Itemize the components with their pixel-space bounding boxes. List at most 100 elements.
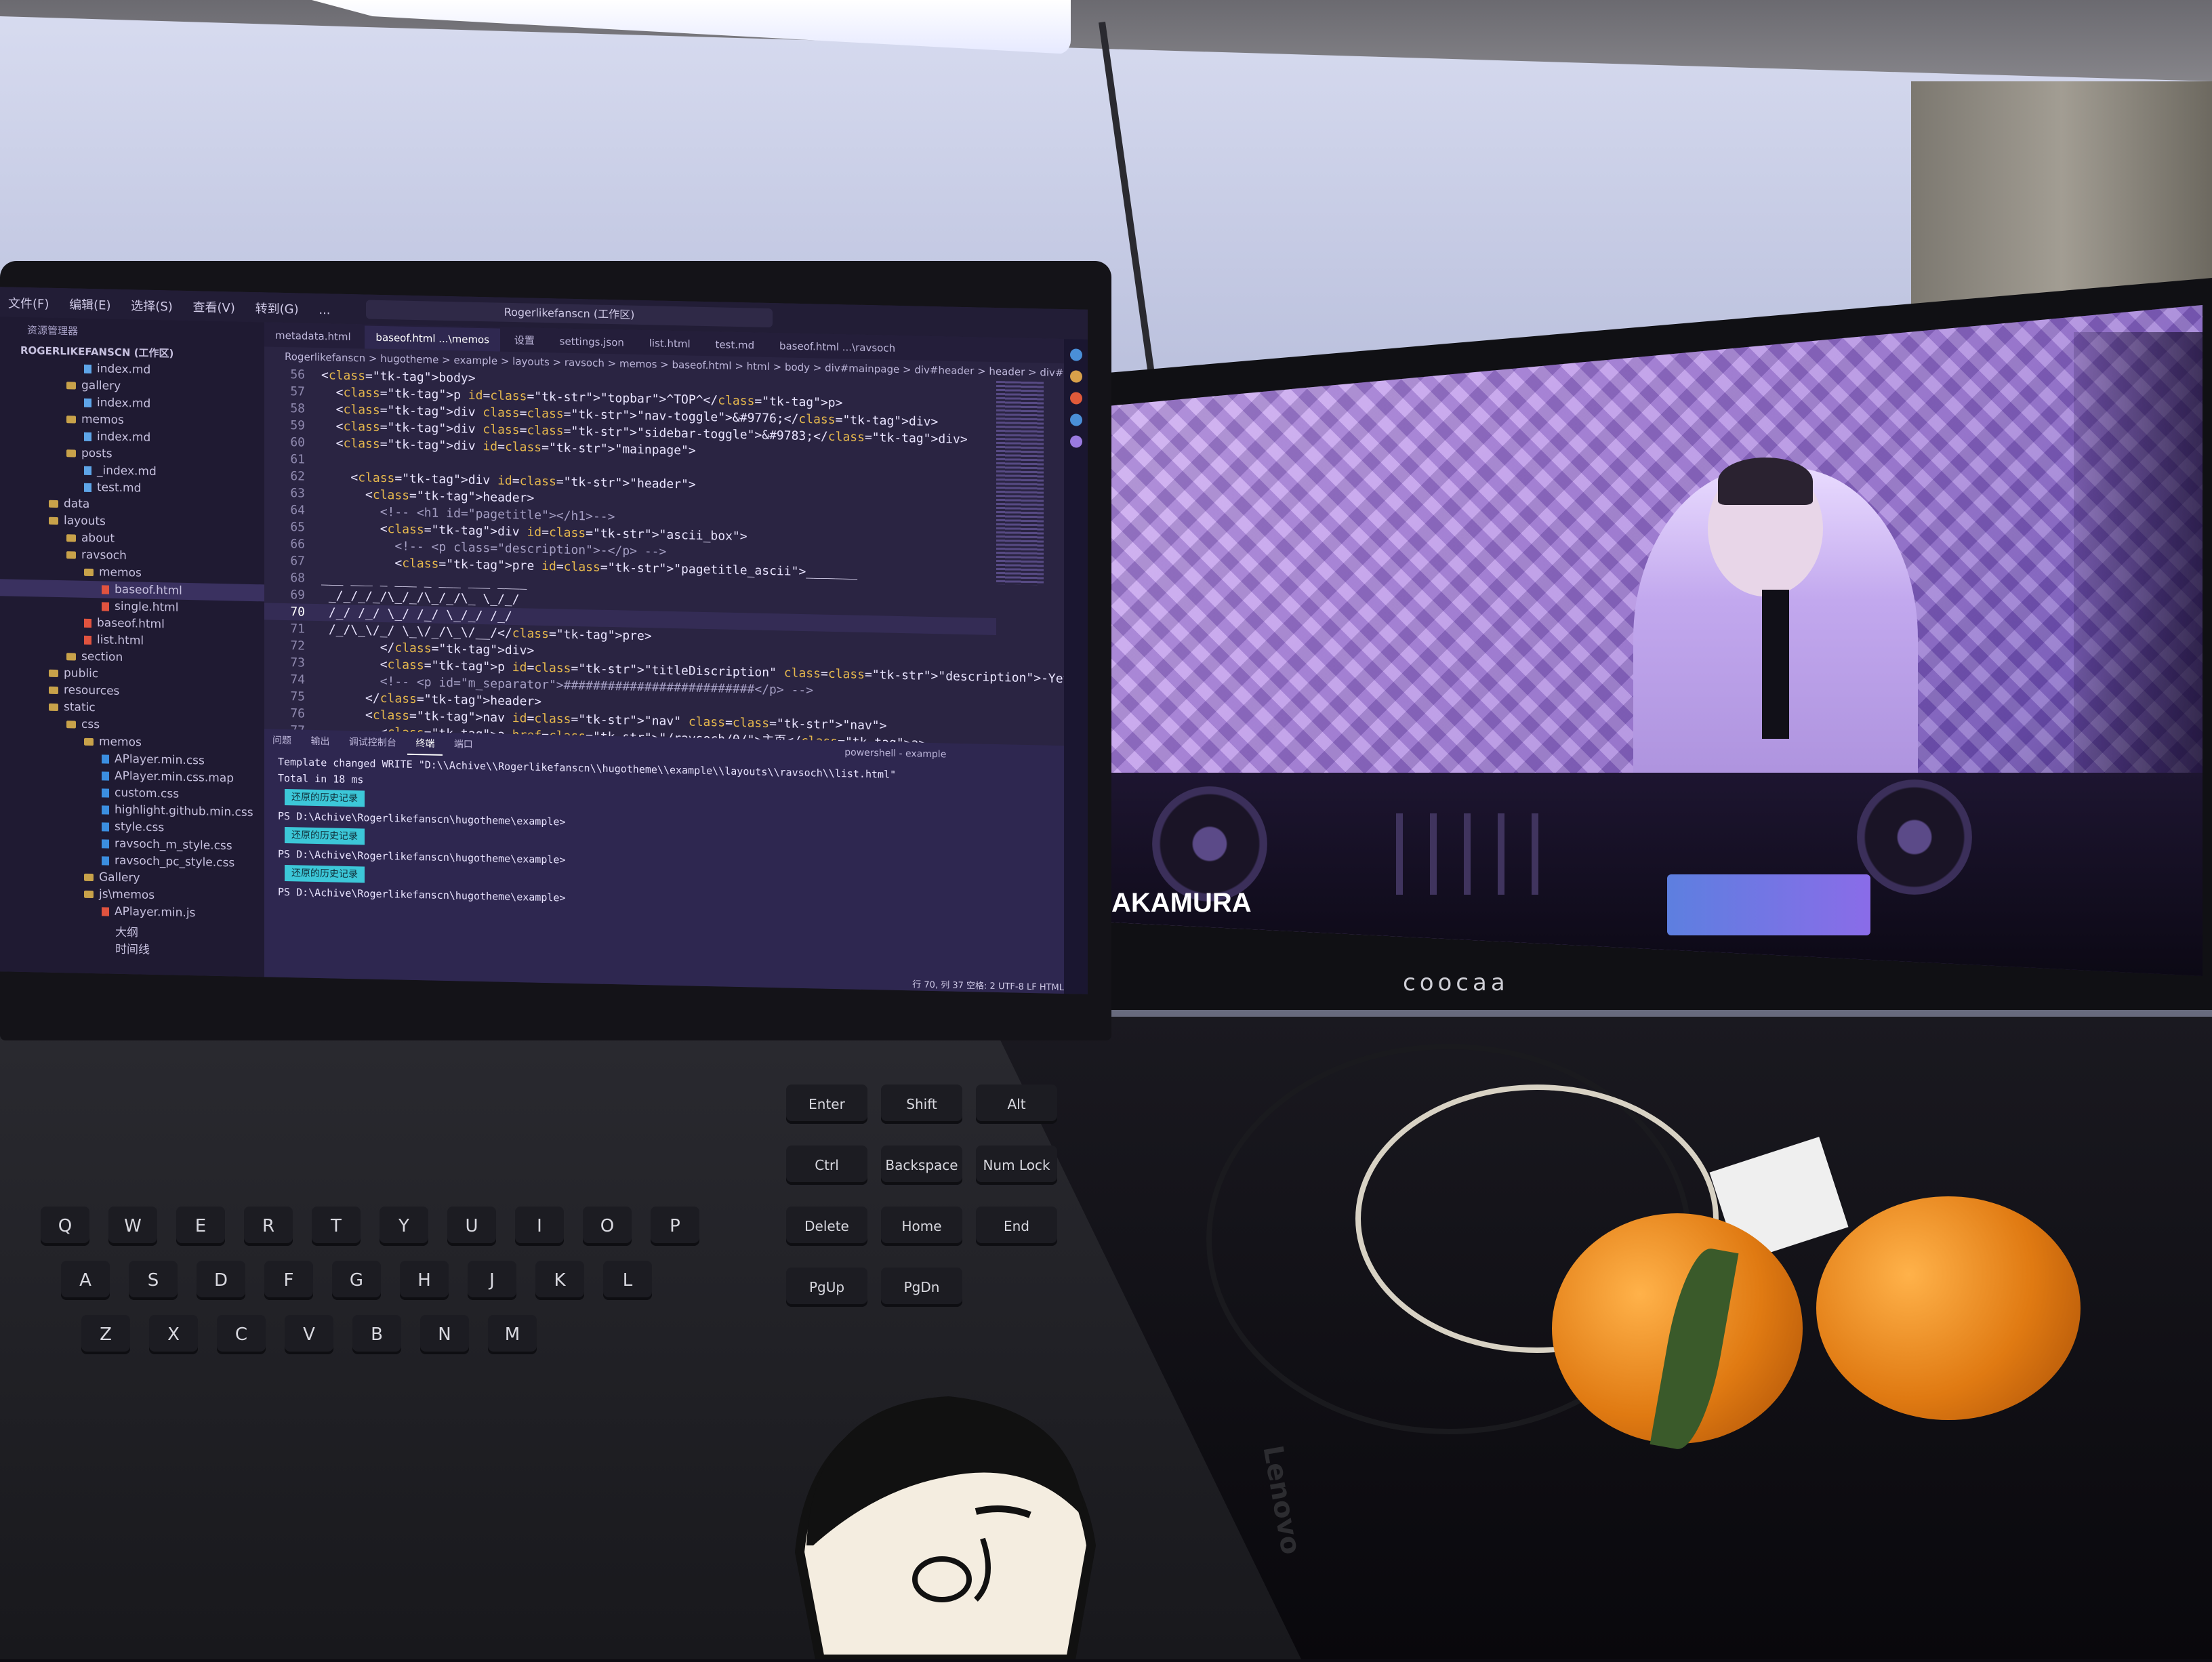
browser-icon[interactable] <box>1069 413 1082 426</box>
tree-label: _index.md <box>97 464 157 479</box>
line-number: 60 <box>290 435 305 450</box>
tab-settings-ui[interactable]: 设置 <box>504 327 546 353</box>
keyboard-key[interactable]: PgUp <box>786 1268 867 1307</box>
line-number: 76 <box>290 706 305 721</box>
tab-output[interactable]: 输出 <box>302 730 337 752</box>
line-number: 71 <box>290 622 305 636</box>
shell-label[interactable]: powershell - example <box>836 743 954 765</box>
tab-ports[interactable]: 端口 <box>446 733 481 755</box>
menu-view[interactable]: 查看(V) <box>185 291 243 323</box>
tree-label: ravsoch_pc_style.css <box>115 853 235 870</box>
tab-test[interactable]: test.md <box>704 333 765 357</box>
restore-history-badge: 还原的历史记录 <box>285 864 365 883</box>
menu-file[interactable]: 文件(F) <box>0 287 57 319</box>
tree-label: APlayer.min.css <box>115 752 205 768</box>
tree-label: static <box>64 700 96 715</box>
tab-problems[interactable]: 问题 <box>264 729 300 751</box>
tree-label: data <box>64 497 90 511</box>
keyboard-key[interactable]: J <box>468 1261 516 1300</box>
keyboard-key[interactable]: B <box>352 1315 401 1354</box>
keyboard-key[interactable]: L <box>603 1261 652 1300</box>
menu-more[interactable]: ... <box>310 296 338 325</box>
keyboard-key[interactable]: Backspace <box>881 1146 962 1185</box>
tie <box>1762 590 1789 739</box>
keyboard-key[interactable]: P <box>651 1207 699 1246</box>
tree-label: baseof.html <box>97 616 165 632</box>
file-icon <box>102 822 109 832</box>
tab-metadata[interactable]: metadata.html <box>264 323 362 348</box>
tab-settings-json[interactable]: settings.json <box>549 329 635 354</box>
extension-icon[interactable] <box>1069 370 1082 383</box>
tree-label: ravsoch_m_style.css <box>115 836 232 853</box>
chat-icon[interactable] <box>1069 435 1082 448</box>
keyboard-key[interactable]: Home <box>881 1207 962 1246</box>
keyboard-key[interactable]: C <box>217 1315 266 1354</box>
minimap[interactable] <box>996 380 1044 586</box>
keyboard-key[interactable]: Num Lock <box>976 1146 1057 1185</box>
terminal-panel: 问题 输出 调试控制台 终端 端口 powershell - example T… <box>264 729 1064 994</box>
deck-display <box>1667 874 1870 935</box>
keyboard-key[interactable]: D <box>197 1261 245 1300</box>
keyboard-key[interactable]: X <box>149 1315 198 1354</box>
tree-label: ravsoch <box>81 548 127 563</box>
tab-baseof-ravsoch[interactable]: baseof.html ...\ravsoch <box>769 334 906 360</box>
keyboard-key[interactable]: V <box>285 1315 333 1354</box>
keyboard-key[interactable]: A <box>61 1261 110 1300</box>
folder-icon <box>66 381 76 390</box>
keyboard-key[interactable]: Shift <box>881 1085 962 1124</box>
folder-icon <box>84 568 94 576</box>
keyboard-key[interactable]: Q <box>41 1207 89 1246</box>
folder-icon <box>49 500 58 508</box>
code-view[interactable]: 56 <class="tk-tag">body> 57 <class="tk-tag… <box>264 365 1088 754</box>
keyboard-key[interactable]: F <box>264 1261 313 1300</box>
line-number: 70 <box>290 605 305 620</box>
tree-label: layouts <box>64 514 106 529</box>
tree-label: section <box>81 649 123 664</box>
line-number: 62 <box>290 469 305 484</box>
keyboard-key[interactable]: Enter <box>786 1085 867 1124</box>
folder-icon <box>49 686 58 694</box>
file-icon <box>102 771 109 781</box>
line-number: 68 <box>290 571 305 586</box>
tab-debug-console[interactable]: 调试控制台 <box>341 731 405 754</box>
tab-list[interactable]: list.html <box>638 331 701 356</box>
command-center-search[interactable]: Rogerlikefanscn (工作区) <box>366 300 773 328</box>
folder-icon <box>49 703 58 711</box>
menu-go[interactable]: 转到(G) <box>247 292 307 325</box>
folder-icon <box>49 516 58 525</box>
headphones <box>1718 458 1813 505</box>
search-icon[interactable] <box>1069 348 1082 361</box>
keyboard-key[interactable]: I <box>515 1207 564 1246</box>
keyboard-key[interactable]: PgDn <box>881 1268 962 1307</box>
keyboard-key[interactable]: T <box>312 1207 361 1246</box>
keyboard-key[interactable]: O <box>583 1207 632 1246</box>
keyboard-key[interactable]: M <box>488 1315 537 1354</box>
line-number: 64 <box>290 503 305 518</box>
keyboard-key[interactable]: Y <box>380 1207 428 1246</box>
keyboard-key[interactable]: Z <box>81 1315 130 1354</box>
keyboard-key[interactable]: H <box>400 1261 449 1300</box>
keyboard-key[interactable]: Alt <box>976 1085 1057 1124</box>
tab-baseof-memos[interactable]: baseof.html ...\memos <box>365 325 501 352</box>
keyboard-key[interactable]: Delete <box>786 1207 867 1246</box>
keyboard-key[interactable]: W <box>108 1207 157 1246</box>
keyboard-key[interactable]: R <box>244 1207 293 1246</box>
keyboard-key[interactable]: G <box>332 1261 381 1300</box>
keyboard-key[interactable]: S <box>129 1261 178 1300</box>
keyboard-key[interactable]: E <box>176 1207 225 1246</box>
keyboard-key[interactable]: K <box>535 1261 584 1300</box>
tab-terminal[interactable]: 终端 <box>407 731 443 756</box>
cartoon-face-sticker <box>773 1376 1111 1662</box>
menu-selection[interactable]: 选择(S) <box>123 289 180 322</box>
keyboard-key[interactable]: End <box>976 1207 1057 1246</box>
tree-label: test.md <box>97 481 142 495</box>
menu-edit[interactable]: 编辑(E) <box>61 288 119 321</box>
git-icon[interactable] <box>1069 392 1082 405</box>
keyboard-key[interactable]: U <box>447 1207 496 1246</box>
code-text: /_/ /_/ \_/ /_/ \_/_/ /_/ <box>321 605 512 624</box>
line-number: 69 <box>290 588 305 603</box>
folder-icon <box>66 720 76 729</box>
keyboard-key[interactable]: N <box>420 1315 469 1354</box>
terminal-output[interactable]: Template changed WRITE "D:\\Achive\\Roge… <box>278 754 1023 916</box>
keyboard-key[interactable]: Ctrl <box>786 1146 867 1185</box>
